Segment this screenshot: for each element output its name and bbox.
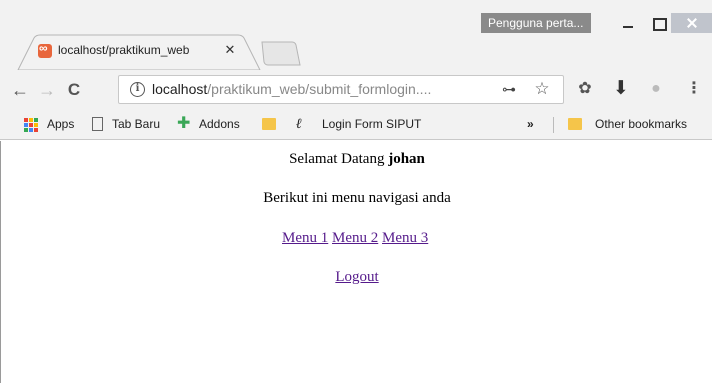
intro-text: Berikut ini menu navigasi anda [263, 190, 451, 206]
logout-link[interactable]: Logout [335, 269, 378, 285]
active-tab[interactable] [0, 0, 270, 72]
bookmark-page-icon: ℓ [296, 116, 302, 132]
new-tab-button[interactable] [260, 41, 302, 67]
download-icon[interactable]: ⬇ [611, 79, 631, 99]
folder-icon [568, 118, 582, 130]
welcome-text: Selamat Datang johan [1, 151, 712, 168]
more-bookmarks-chevron-icon[interactable]: » [527, 113, 534, 135]
extension-icon[interactable]: ✿ [575, 79, 595, 99]
menu-3-link[interactable]: Menu 3 [382, 230, 428, 246]
bookmark-login-form-siput[interactable]: Login Form SIPUT [322, 113, 421, 135]
tab-title-fade [186, 42, 216, 60]
kebab-menu-icon[interactable]: ⋮ [684, 79, 704, 99]
bookmark-apps[interactable]: Apps [47, 113, 74, 135]
folder-icon[interactable] [262, 118, 276, 130]
menu-links: Menu 1 Menu 2 Menu 3 [1, 230, 712, 247]
reload-icon[interactable]: C [62, 78, 86, 102]
tab-close-icon[interactable]: ✕ [223, 42, 237, 58]
key-icon[interactable]: ⊶ [500, 80, 518, 98]
username: johan [388, 151, 425, 167]
bookmark-tab-baru[interactable]: Tab Baru [112, 113, 160, 135]
globe-icon[interactable]: ● [646, 79, 666, 99]
page-icon [92, 117, 103, 131]
close-window-icon[interactable] [671, 13, 712, 33]
menu-1-link[interactable]: Menu 1 [282, 230, 328, 246]
bookmarks-divider [553, 117, 554, 133]
welcome-prefix: Selamat Datang [289, 151, 385, 167]
page-content: Selamat Datang johan Berikut ini menu na… [0, 141, 712, 383]
puzzle-icon: ✚ [177, 115, 191, 132]
info-icon[interactable]: i [130, 82, 145, 97]
logout-row: Logout [1, 269, 712, 286]
menu-2-link[interactable]: Menu 2 [332, 230, 378, 246]
profile-button[interactable]: Pengguna perta... [481, 13, 591, 33]
apps-grid-icon [22, 116, 38, 132]
forward-arrow-icon[interactable]: → [35, 78, 59, 102]
back-arrow-icon[interactable]: ← [8, 78, 32, 102]
star-icon[interactable]: ☆ [532, 79, 552, 99]
xampp-favicon-icon [38, 41, 52, 58]
url-text[interactable]: localhost/praktikum_web/submit_formlogin… [152, 81, 492, 99]
bookmark-other-bookmarks[interactable]: Other bookmarks [595, 113, 687, 135]
bookmark-addons[interactable]: Addons [199, 113, 240, 135]
